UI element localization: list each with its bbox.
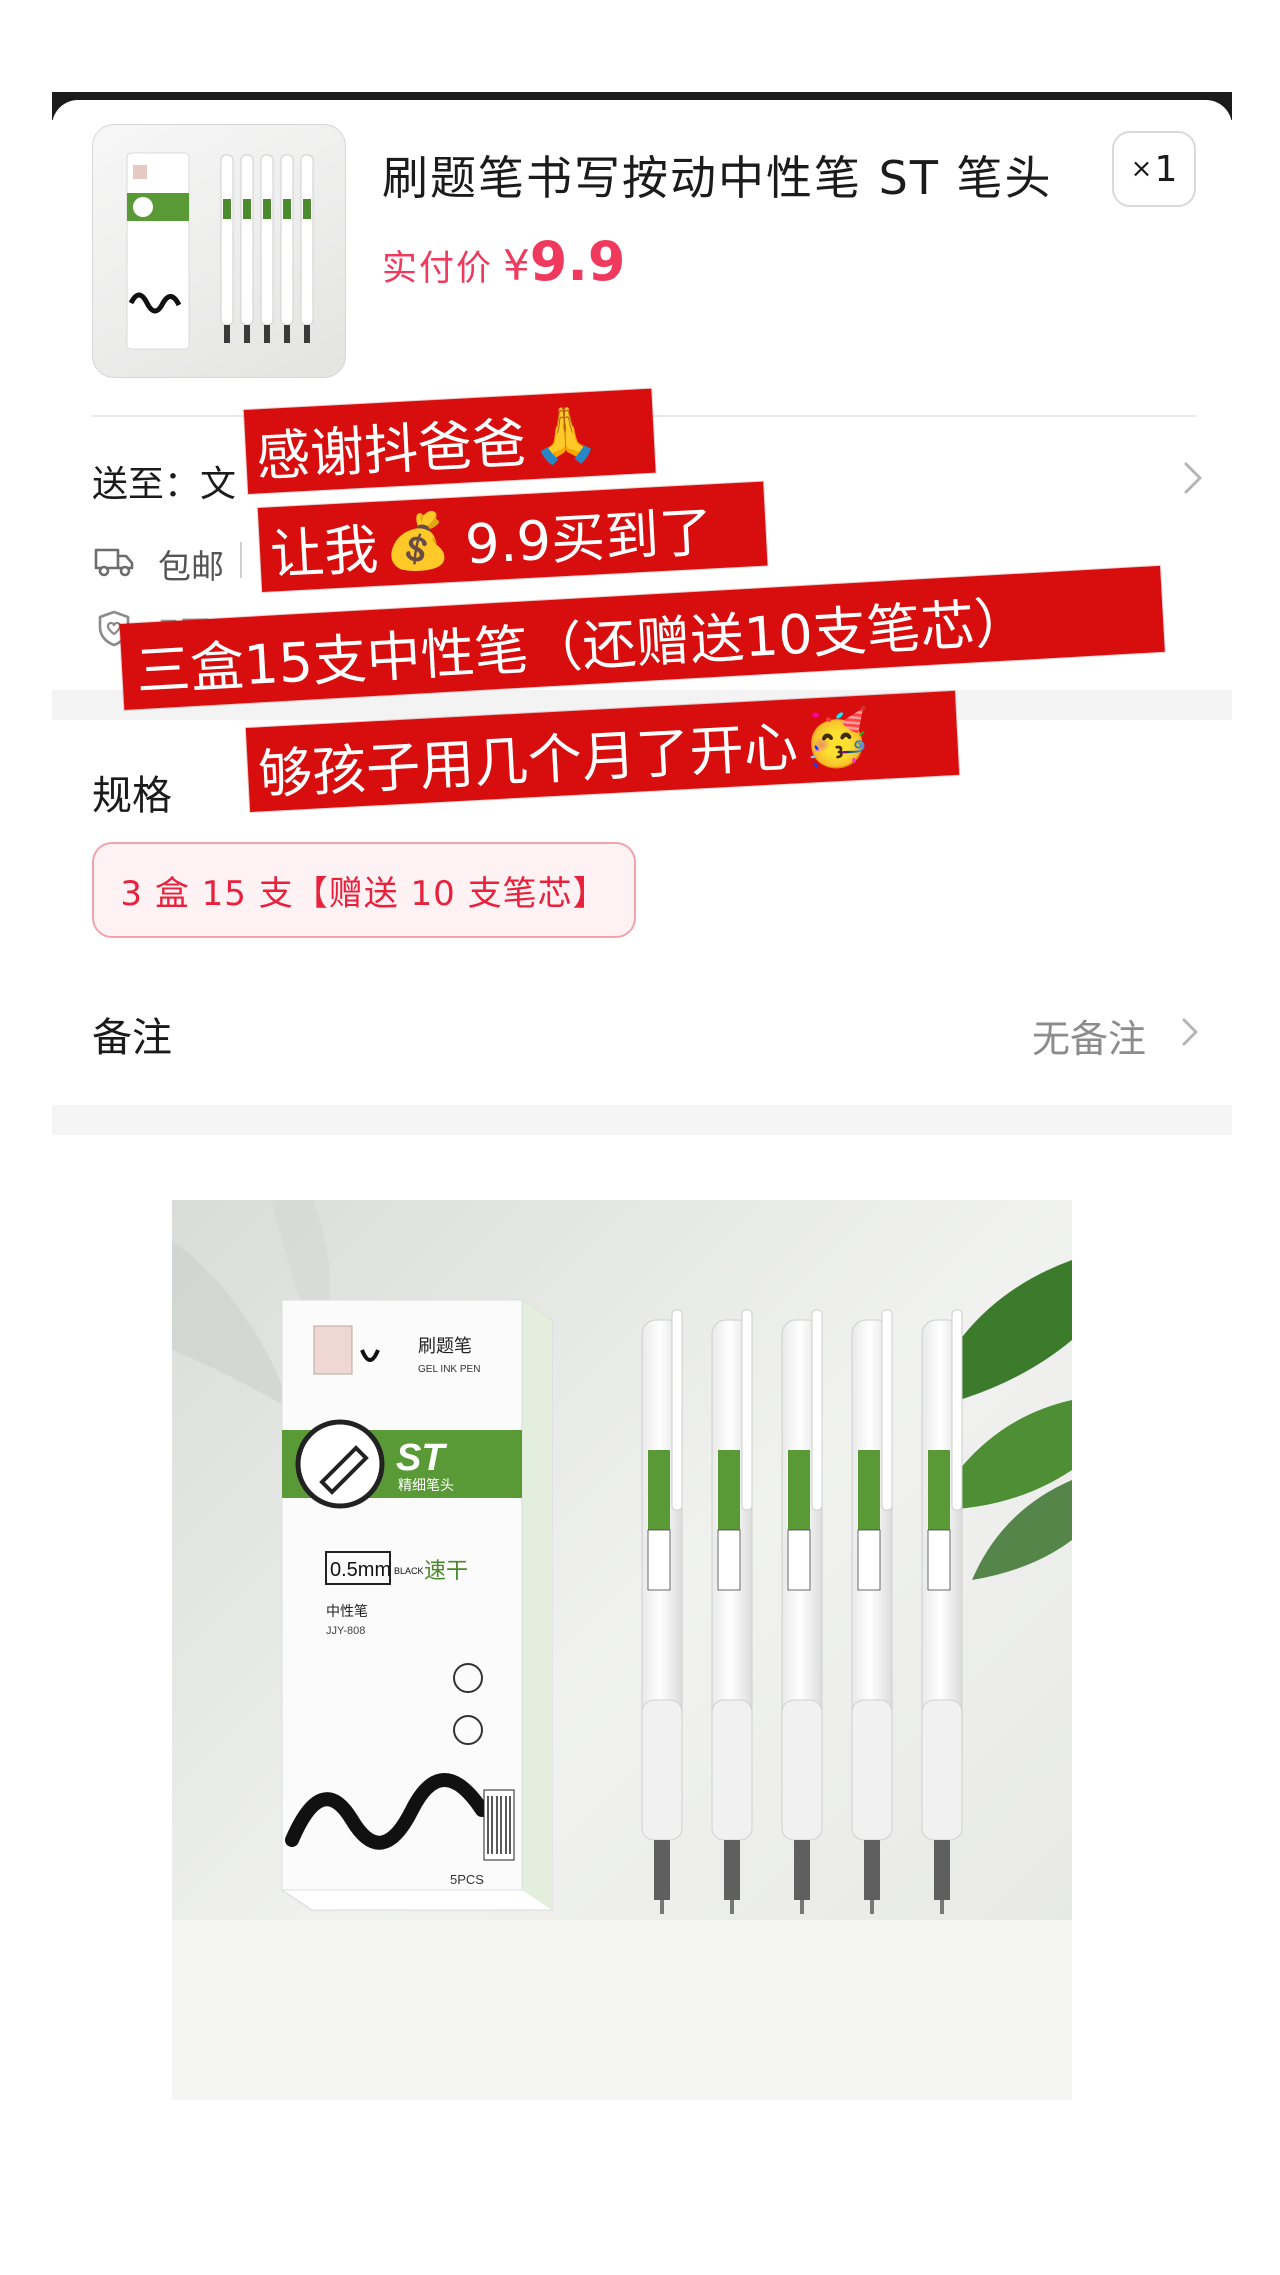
box-quick-dry-label: 速干 <box>424 1558 468 1583</box>
overlay-text: 让我 <box>268 517 380 586</box>
box-brand: 刷题笔 <box>418 1336 472 1356</box>
chevron-right-icon[interactable] <box>1176 458 1210 498</box>
product-photo-illustration: 刷题笔 GEL INK PEN ST 精细笔头 0.5mm BLACK 速干 中… <box>172 1200 1072 2100</box>
price-value: 9.9 <box>529 230 626 293</box>
party-face-icon: 🥳 <box>801 705 873 772</box>
remark-label: 备注 <box>92 1015 172 1061</box>
box-color-label: BLACK <box>394 1566 424 1576</box>
price-currency: ¥ <box>503 241 530 290</box>
money-bag-icon: 💰 <box>382 508 453 575</box>
box-count-label: 5PCS <box>450 1872 484 1887</box>
box-tip-label: 精细笔头 <box>398 1477 454 1493</box>
chevron-right-icon[interactable] <box>1176 1012 1206 1052</box>
spec-option-chip[interactable]: 3 盒 15 支【赠送 10 支笔芯】 <box>92 842 636 938</box>
order-detail-page: 刷题笔书写按动中性笔 ST 笔头 实付价¥9.9 ×1 送至：文 包邮 7天无理… <box>0 0 1280 2275</box>
box-size-label: 0.5mm <box>330 1559 391 1581</box>
box-model-label: JJY-808 <box>326 1625 365 1637</box>
pen-box: 刷题笔 GEL INK PEN ST 精细笔头 0.5mm BLACK 速干 中… <box>281 1299 553 1911</box>
product-photo[interactable]: 刷题笔 GEL INK PEN ST 精细笔头 0.5mm BLACK 速干 中… <box>172 1200 1072 2100</box>
remark-value[interactable]: 无备注 <box>1032 1008 1146 1063</box>
overlay-text: 9.9买到了 <box>463 499 715 576</box>
ship-to-label[interactable]: 送至：文 <box>92 455 236 507</box>
box-brand-en: GEL INK PEN <box>418 1364 480 1375</box>
free-shipping-label: 包邮 <box>158 547 224 586</box>
praying-hands-icon: 🙏 <box>529 401 601 468</box>
spec-title: 规格 <box>92 773 172 819</box>
price-label: 实付价 <box>382 249 494 289</box>
overlay-text: 感谢抖爸爸 <box>254 410 528 488</box>
truck-icon <box>94 548 134 577</box>
separator <box>240 542 242 578</box>
quantity-value: 1 <box>1154 148 1178 190</box>
box-type-label: 中性笔 <box>326 1603 368 1619</box>
quantity-prefix: × <box>1130 154 1153 184</box>
price-row: 实付价 ¥9.9 <box>382 230 625 293</box>
product-thumbnail[interactable] <box>92 124 346 378</box>
section-gap <box>52 1105 1232 1135</box>
box-st-label: ST <box>396 1437 447 1479</box>
quantity-badge: × 1 <box>1112 131 1196 207</box>
product-title[interactable]: 刷题笔书写按动中性笔 ST 笔头 <box>382 142 1053 208</box>
product-thumbnail-image <box>126 152 314 350</box>
